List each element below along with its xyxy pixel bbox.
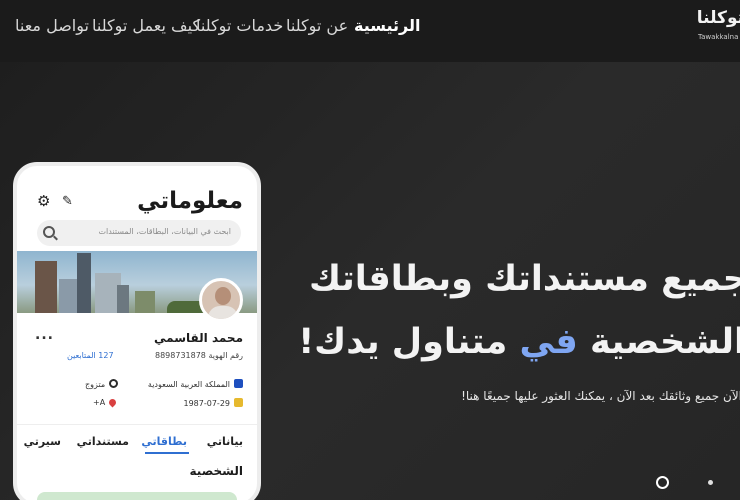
hero-headline-start: الشخصية bbox=[577, 322, 740, 362]
carousel-dot-active[interactable] bbox=[656, 476, 669, 489]
profile-blood-type: A+ bbox=[93, 397, 118, 408]
profile-name: محمد القاسمي bbox=[154, 331, 243, 345]
card-preview bbox=[37, 492, 237, 500]
phone-screen-title: معلوماتي bbox=[137, 188, 243, 214]
brand-logo[interactable]: توكلنا Tawakkalna bbox=[696, 6, 740, 46]
more-options-icon: ... bbox=[35, 327, 54, 343]
hero-headline-line2: الشخصية في متناول يدك! bbox=[298, 322, 740, 362]
building-shape bbox=[135, 291, 155, 313]
flag-icon bbox=[234, 379, 243, 388]
nav-link-how-it-works[interactable]: كيف يعمل توكلنا bbox=[92, 16, 200, 35]
tab-my-data: بياناتي bbox=[206, 435, 243, 448]
profile-avatar bbox=[199, 278, 243, 322]
top-navbar: تواصل معنا كيف يعمل توكلنا خدمات توكلنا … bbox=[0, 0, 740, 62]
country-value: المملكة العربية السعودية bbox=[147, 380, 230, 389]
dob-value: 1987-07-29 bbox=[183, 399, 231, 408]
brand-name-english: Tawakkalna bbox=[698, 33, 739, 41]
section-title: الشخصية bbox=[189, 464, 243, 478]
building-shape bbox=[117, 285, 129, 313]
nav-link-home[interactable]: الرئيسية bbox=[354, 16, 421, 35]
edit-pen-icon: ✎ bbox=[62, 194, 73, 209]
building-shape bbox=[35, 261, 57, 313]
ring-icon bbox=[109, 379, 119, 388]
building-shape bbox=[77, 253, 91, 313]
landing-page: تواصل معنا كيف يعمل توكلنا خدمات توكلنا … bbox=[0, 0, 740, 500]
nav-link-about[interactable]: عن توكلنا bbox=[286, 16, 348, 35]
tab-my-cards: بطاقاتي bbox=[141, 435, 187, 448]
profile-followers: 127 المتابعين bbox=[67, 351, 114, 360]
nav-link-services[interactable]: خدمات توكلنا bbox=[196, 16, 283, 35]
hero-headline-accent: في bbox=[519, 322, 578, 362]
tab-my-documents: مستنداتي bbox=[76, 435, 129, 448]
carousel-dot[interactable] bbox=[708, 480, 713, 485]
phone-mockup: معلوماتي ⚙ ✎ ابحث في البيانات، البطاقات،… bbox=[13, 162, 261, 500]
search-icon bbox=[43, 226, 55, 238]
profile-marital-status: متزوج bbox=[85, 379, 119, 389]
profile-id-number: رقم الهوية 8898731878 bbox=[155, 351, 243, 360]
marital-value: متزوج bbox=[85, 380, 106, 389]
tab-my-cv: سيرتي bbox=[23, 435, 61, 448]
nav-link-contact[interactable]: تواصل معنا bbox=[15, 16, 89, 35]
phone-tab-bar: بياناتي بطاقاتي مستنداتي سيرتي bbox=[17, 424, 257, 454]
profile-birthdate: 1987-07-29 bbox=[183, 398, 243, 408]
blood-value: A+ bbox=[93, 398, 106, 407]
hero-headline-line1: جميع مستنداتك وبطاقاتك bbox=[309, 259, 740, 299]
phone-search-bar: ابحث في البيانات، البطاقات، المستندات bbox=[37, 220, 241, 246]
search-placeholder: ابحث في البيانات، البطاقات، المستندات bbox=[98, 227, 232, 236]
settings-gear-icon: ⚙ bbox=[37, 192, 51, 210]
profile-country: المملكة العربية السعودية bbox=[148, 379, 243, 389]
brand-name-arabic: توكلنا bbox=[696, 8, 740, 28]
hero-subtitle: الآن جميع وثائقك بعد الآن ، يمكنك العثور… bbox=[461, 389, 740, 403]
hero-headline-end: متناول يدك! bbox=[298, 322, 520, 362]
blood-drop-icon bbox=[107, 397, 118, 408]
calendar-icon bbox=[234, 398, 243, 407]
active-tab-indicator bbox=[145, 452, 189, 454]
